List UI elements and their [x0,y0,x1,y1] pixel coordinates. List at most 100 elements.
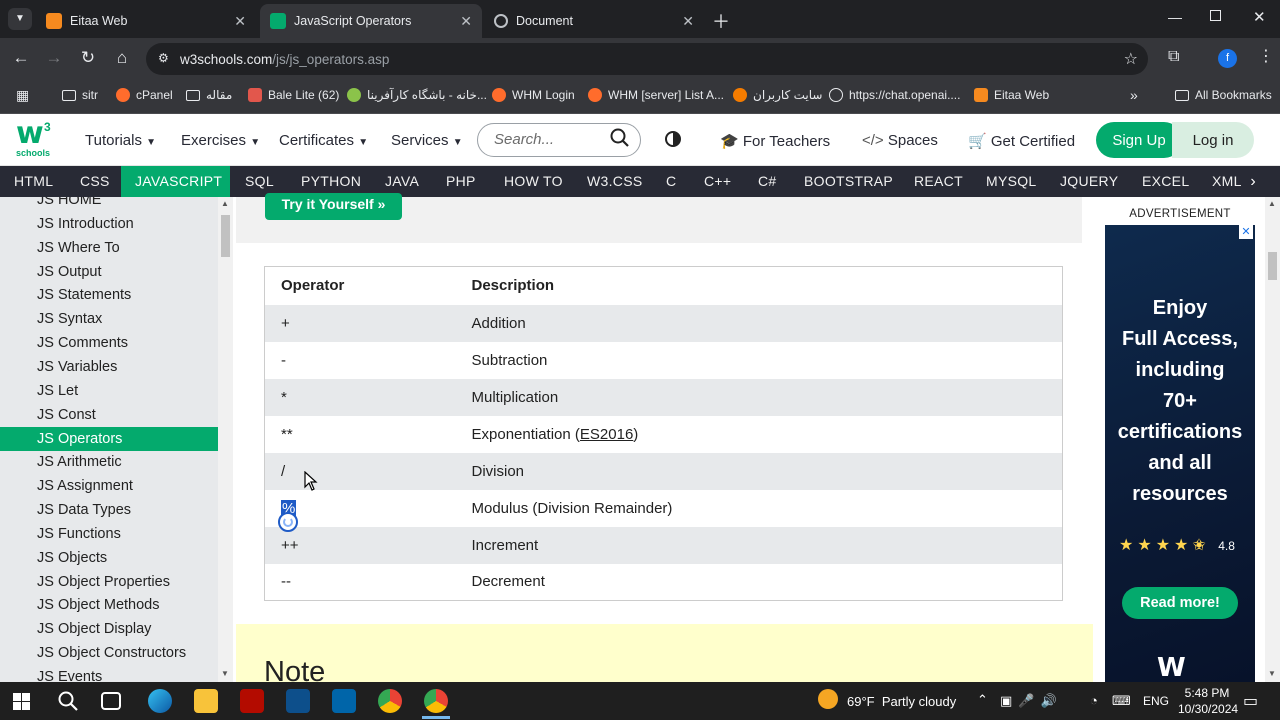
topnav-excel[interactable]: EXCEL [1128,166,1203,197]
menu-certificates[interactable]: Certificates ▼ [279,132,368,149]
new-tab-plus-icon[interactable]: ＋ [712,8,730,34]
close-icon[interactable]: ✕ [682,13,694,30]
try-it-yourself-button[interactable]: Try it Yourself » [265,193,402,220]
close-icon[interactable]: ✕ [234,13,246,30]
topnav-cpp[interactable]: C++ [690,166,745,197]
bookmark-whm-login[interactable]: WHM Login [492,88,575,102]
search-input[interactable]: Search... [477,123,641,157]
dark-mode-toggle-icon[interactable] [665,131,681,147]
tab-document[interactable]: Document ✕ [484,4,704,38]
keyboard-icon[interactable]: ⌨ [1112,693,1131,709]
topnav-react[interactable]: REACT [900,166,977,197]
sidebar-item-js-const[interactable]: JS Const [0,403,218,427]
bookmarks-overflow-icon[interactable]: » [1130,87,1138,103]
scroll-down-arrow-icon[interactable]: ▼ [1268,669,1276,678]
bookmark-eitaa[interactable]: Eitaa Web [974,88,1049,102]
chrome-menu-icon[interactable]: ⋮ [1258,46,1274,66]
scroll-down-arrow-icon[interactable]: ▼ [221,669,229,678]
sidebar-item-js-output[interactable]: JS Output [0,260,218,284]
sidebar-item-js-events[interactable]: JS Events [0,665,218,682]
bookmark-sitr[interactable]: sitr [62,88,98,102]
bookmark-bale[interactable]: Bale Lite (62) [248,88,339,102]
topnav-w3css[interactable]: W3.CSS [573,166,656,197]
topnav-howto[interactable]: HOW TO [490,166,577,197]
topnav-csharp[interactable]: C# [744,166,791,197]
bookmark-star-icon[interactable]: ☆ [1124,49,1138,69]
sidebar-item-js-statements[interactable]: JS Statements [0,283,218,307]
es2016-link[interactable]: ES2016 [580,426,633,443]
ad-close-icon[interactable]: ✕ [1239,225,1253,239]
tab-eitaa[interactable]: Eitaa Web ✕ [36,4,256,38]
scroll-thumb[interactable] [1268,252,1277,280]
sidebar-item-js-comments[interactable]: JS Comments [0,331,218,355]
bookmark-whm-server[interactable]: WHM [server] List A... [588,88,724,102]
scroll-thumb[interactable] [221,215,230,257]
menu-tutorials[interactable]: Tutorials ▼ [85,132,156,149]
file-explorer-icon[interactable] [194,689,218,713]
sidebar-item-js-object-display[interactable]: JS Object Display [0,617,218,641]
language-indicator[interactable]: ENG [1143,694,1169,708]
sidebar-item-js-let[interactable]: JS Let [0,379,218,403]
extensions-icon[interactable]: ⧉ [1168,48,1179,66]
topnav-css[interactable]: CSS [66,166,124,197]
tab-search-button[interactable]: ▼ [8,8,32,30]
all-bookmarks[interactable]: All Bookmarks [1175,88,1272,102]
bookmark-openai[interactable]: https://chat.openai.... [829,88,960,102]
scroll-up-arrow-icon[interactable]: ▲ [1268,199,1276,208]
task-view-icon[interactable] [101,692,121,710]
topnav-php[interactable]: PHP [432,166,490,197]
sidebar-item-js-functions[interactable]: JS Functions [0,522,218,546]
topnav-html[interactable]: HTML [0,166,67,197]
adobe-reader-icon[interactable] [240,689,264,713]
wifi-icon[interactable]: ◔ [1090,693,1098,708]
sidebar-item-js-syntax[interactable]: JS Syntax [0,307,218,331]
url-bar[interactable]: ⚙ w3schools.com/js/js_operators.asp ☆ [146,43,1148,75]
tray-chevron-icon[interactable]: ⌃ [977,692,988,708]
w3schools-logo[interactable]: w 3 schools [14,119,56,160]
topnav-bootstrap[interactable]: BOOTSTRAP [790,166,907,197]
sidebar-item-js-variables[interactable]: JS Variables [0,355,218,379]
close-icon[interactable]: ✕ [460,13,472,30]
notifications-icon[interactable]: ▭ [1243,691,1258,711]
get-certified-link[interactable]: 🛒 Get Certified [968,132,1075,150]
tray-icons[interactable]: ▣🎤🔊 [1000,693,1063,709]
tab-javascript-operators[interactable]: JavaScript Operators ✕ [260,4,482,38]
read-more-button[interactable]: Read more! [1122,587,1238,619]
profile-avatar[interactable]: f [1218,49,1237,68]
vscode-icon[interactable] [332,689,356,713]
bookmark-cpanel[interactable]: cPanel [116,88,173,102]
menu-exercises[interactable]: Exercises ▼ [181,132,260,149]
sidebar-item-js-object-constructors[interactable]: JS Object Constructors [0,641,218,665]
sidebar-item-js-object-properties[interactable]: JS Object Properties [0,570,218,594]
filezilla-icon[interactable] [286,689,310,713]
topnav-xml[interactable]: XML [1198,166,1244,197]
search-icon[interactable] [57,690,79,715]
clock-time[interactable]: 5:48 PM [1182,686,1232,700]
sidebar-item-js-where-to[interactable]: JS Where To [0,236,218,260]
clock-date[interactable]: 10/30/2024 [1178,702,1238,716]
site-info-icon[interactable]: ⚙ [158,51,169,65]
signup-button[interactable]: Sign Up [1096,122,1182,158]
sidebar-scrollbar[interactable]: ▲ ▼ [218,197,233,682]
topnav-javascript[interactable]: JAVASCRIPT [121,166,230,197]
sidebar-item-js-objects[interactable]: JS Objects [0,546,218,570]
topnav-mysql[interactable]: MYSQL [972,166,1051,197]
sidebar-item-js-home[interactable]: JS HOME [0,197,218,212]
back-arrow-icon[interactable]: ← [9,48,33,68]
window-close-icon[interactable]: ✕ [1253,8,1266,26]
page-scrollbar[interactable]: ▲ ▼ [1265,197,1280,682]
topnav-next-chevron-icon[interactable]: › [1242,166,1264,197]
sidebar-item-js-operators[interactable]: JS Operators [0,426,218,451]
reload-icon[interactable]: ↻ [76,48,100,68]
edge-icon[interactable] [148,689,172,713]
home-icon[interactable]: ⌂ [110,48,134,68]
weather-text[interactable]: 69°F Partly cloudy [847,694,956,709]
topnav-jquery[interactable]: JQUERY [1046,166,1132,197]
minimize-icon[interactable]: — [1168,9,1182,25]
login-button[interactable]: Log in [1172,122,1254,158]
chrome-icon[interactable] [378,689,402,713]
restore-icon[interactable] [1210,10,1221,21]
topnav-c[interactable]: C [652,166,690,197]
sidebar-item-js-assignment[interactable]: JS Assignment [0,474,218,498]
search-icon[interactable] [609,127,631,153]
